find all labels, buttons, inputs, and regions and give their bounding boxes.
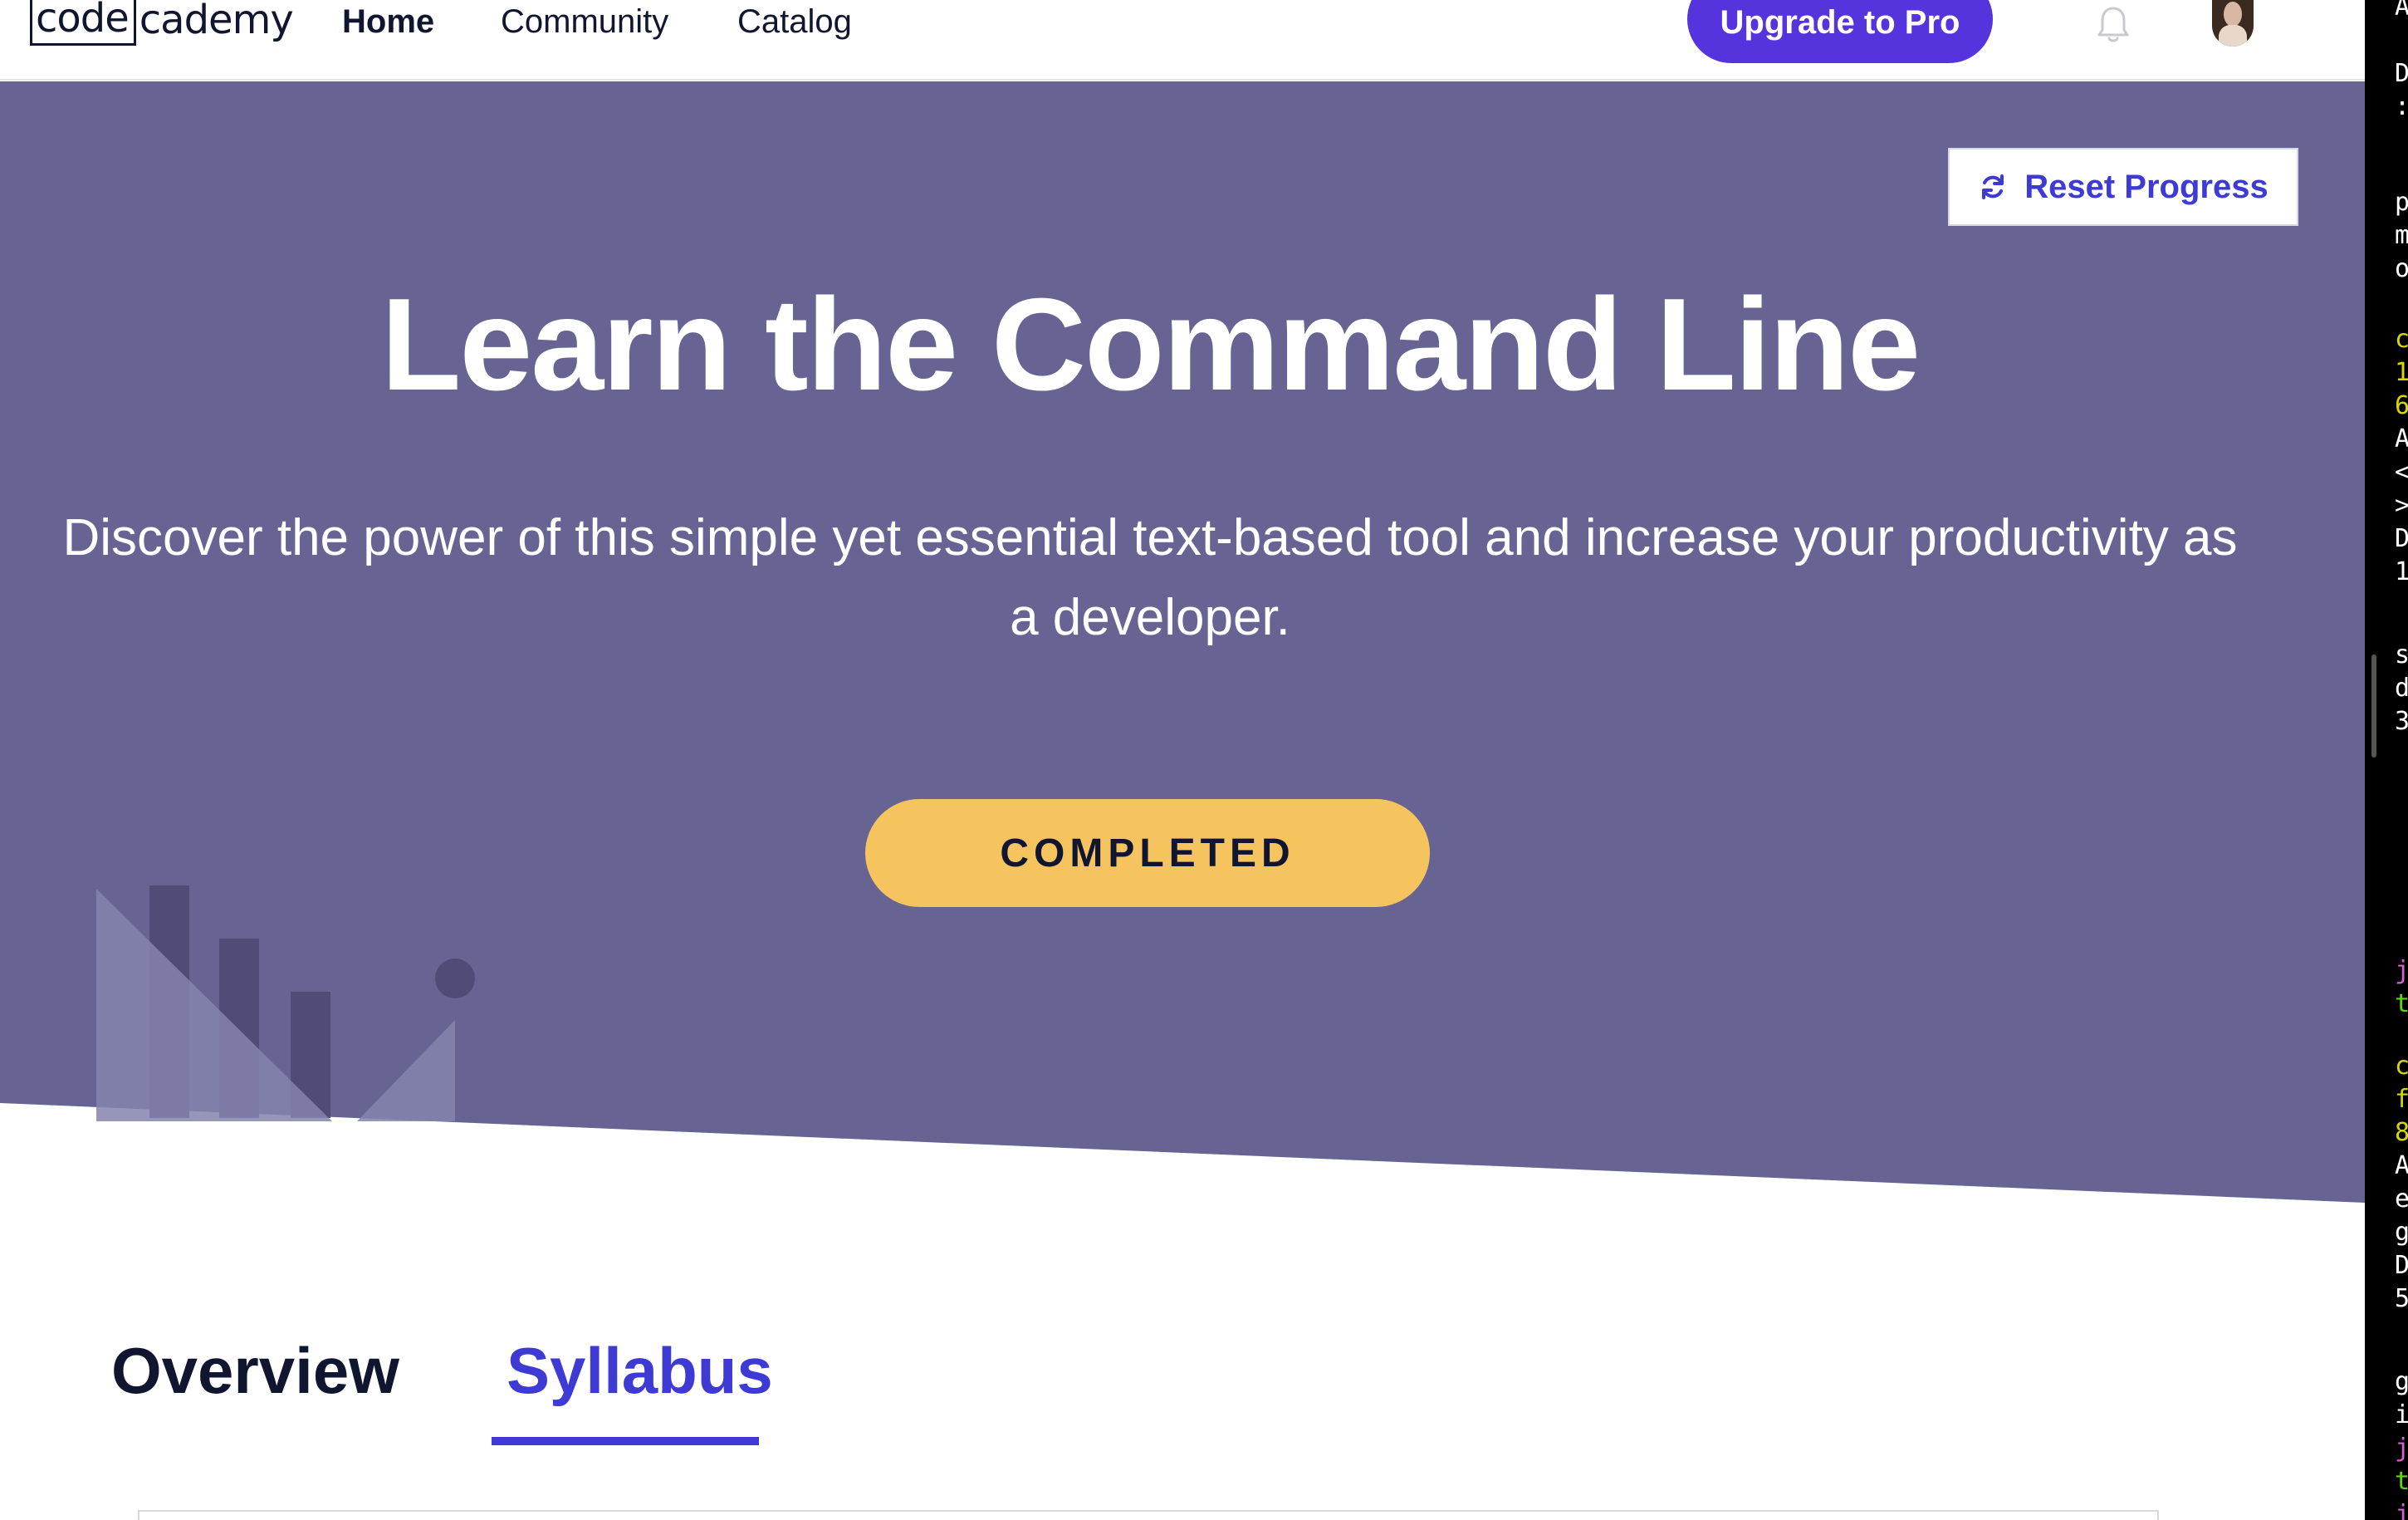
terminal-line: t <box>2395 1467 2408 1496</box>
terminal-line: 5 <box>2395 1284 2408 1313</box>
terminal-line: j <box>2395 956 2408 985</box>
terminal-line: 6 <box>2395 391 2408 420</box>
avatar[interactable] <box>2212 0 2254 47</box>
avatar-face <box>2224 2 2242 27</box>
course-description: Discover the power of this simple yet es… <box>0 498 2308 658</box>
terminal-line: g <box>2395 1367 2408 1396</box>
terminal-line: A <box>2395 1151 2408 1180</box>
terminal-line: g <box>2395 1218 2408 1247</box>
course-description-line-2: a developer. <box>1010 589 1290 646</box>
terminal-line: o <box>2395 254 2408 283</box>
terminal-line: t <box>2395 989 2408 1018</box>
terminal-line: < <box>2395 458 2408 487</box>
top-nav: code cademy Home Community Catalog Upgrad… <box>0 0 2365 81</box>
terminal-line: p <box>2395 188 2408 217</box>
upgrade-label: Upgrade to Pro <box>1720 4 1960 41</box>
upgrade-to-pro-button[interactable]: Upgrade to Pro <box>1687 0 1993 63</box>
reset-progress-button[interactable]: Reset Progress <box>1948 148 2298 226</box>
terminal-line: 3 <box>2395 707 2408 736</box>
terminal-line: D <box>2395 524 2408 553</box>
terminal-line: i <box>2395 1400 2408 1429</box>
terminal-line: j <box>2395 1500 2408 1520</box>
bell-icon[interactable] <box>2096 5 2131 43</box>
completed-status-button[interactable]: COMPLETED <box>865 799 1430 907</box>
syllabus-content-card <box>138 1510 2159 1520</box>
terminal-line: d <box>2395 674 2408 703</box>
terminal-line: c <box>2395 325 2408 354</box>
terminal-line: D <box>2395 59 2408 88</box>
terminal-line: 8 <box>2395 1118 2408 1147</box>
terminal-line: c <box>2395 1052 2408 1081</box>
logo-rest-text: cademy <box>139 0 294 43</box>
terminal-line: > <box>2395 491 2408 520</box>
tab-overview[interactable]: Overview <box>111 1329 399 1412</box>
terminal-line: A <box>2395 0 2408 22</box>
logo-box-text: code <box>30 0 136 46</box>
nav-link-home[interactable]: Home <box>342 0 434 43</box>
terminal-line: e <box>2395 1184 2408 1214</box>
nav-link-catalog[interactable]: Catalog <box>737 0 852 43</box>
terminal-line: m <box>2395 221 2408 250</box>
terminal-line: : <box>2395 91 2408 123</box>
nav-link-community[interactable]: Community <box>501 0 668 43</box>
tab-syllabus[interactable]: Syllabus <box>507 1329 773 1412</box>
course-description-line-1: Discover the power of this simple yet es… <box>62 509 2238 566</box>
terminal-line: s <box>2395 640 2408 669</box>
browser-page: code cademy Home Community Catalog Upgrad… <box>0 0 2365 1520</box>
refresh-icon <box>1982 174 2004 199</box>
reset-progress-label: Reset Progress <box>2024 168 2269 205</box>
deco-circle <box>435 959 475 998</box>
terminal-scrollbar[interactable] <box>2371 655 2376 758</box>
terminal-line: 1 <box>2395 557 2408 586</box>
terminal-line: A <box>2395 424 2408 454</box>
completed-label: COMPLETED <box>1000 831 1295 875</box>
avatar-body <box>2219 25 2247 47</box>
hero-decoration-illustration <box>96 885 475 1121</box>
deco-triangle-right <box>357 1020 455 1121</box>
terminal-line: f <box>2395 1085 2408 1114</box>
codecademy-logo[interactable]: code cademy <box>30 0 294 47</box>
terminal-line: j <box>2395 1434 2408 1463</box>
course-title: Learn the Command Line <box>380 272 1921 418</box>
active-tab-indicator <box>492 1437 759 1445</box>
terminal-line: D <box>2395 1251 2408 1280</box>
terminal-line: 1 <box>2395 358 2408 387</box>
